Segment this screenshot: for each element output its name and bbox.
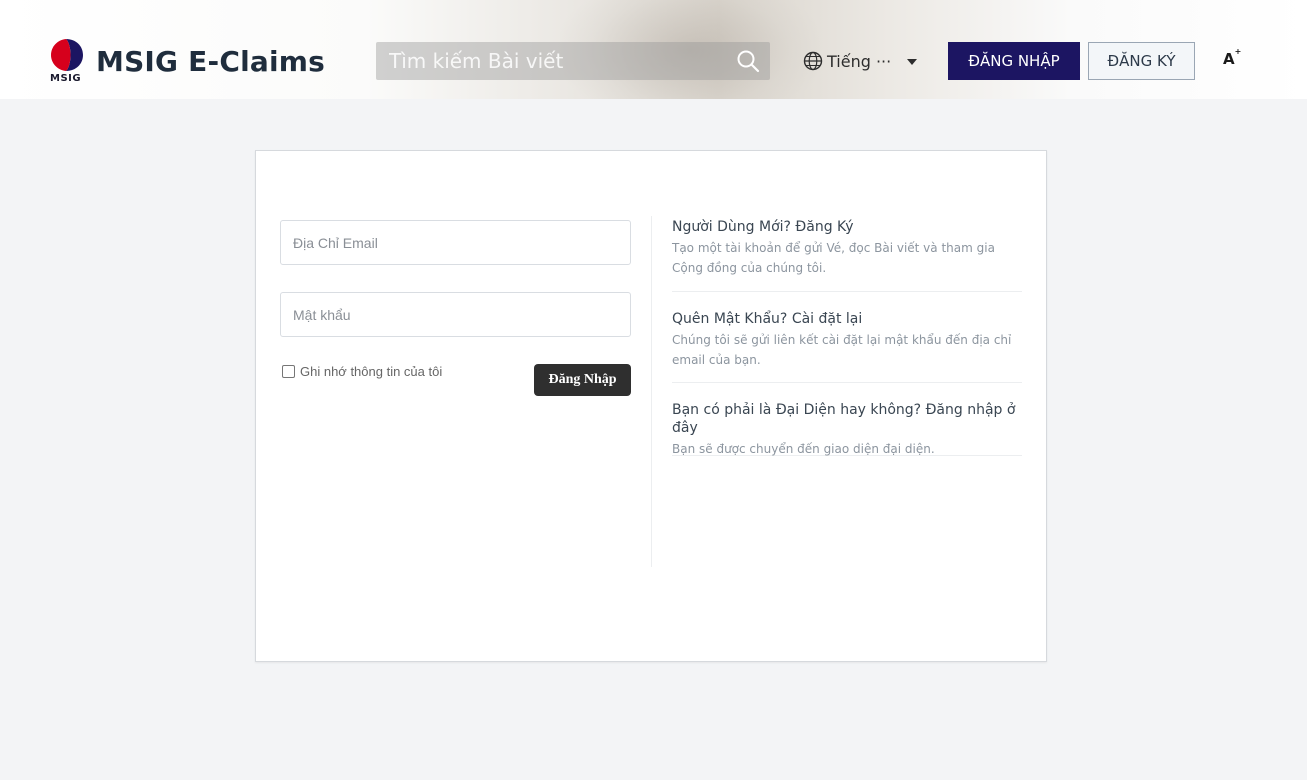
chevron-down-icon xyxy=(907,59,917,65)
search-icon[interactable] xyxy=(736,49,760,73)
globe-icon xyxy=(803,51,823,71)
language-selector[interactable]: Tiếng ··· xyxy=(803,50,917,72)
header-login-button[interactable]: ĐĂNG NHẬP xyxy=(948,42,1080,80)
header-register-button[interactable]: ĐĂNG KÝ xyxy=(1088,42,1195,80)
email-field-wrapper xyxy=(280,220,631,265)
agent-login-description: Bạn sẽ được chuyển đến giao diện đại diệ… xyxy=(672,442,935,456)
email-field[interactable] xyxy=(281,221,630,264)
info-item-register: Người Dùng Mới? Đăng Ký Tạo một tài khoả… xyxy=(672,218,1022,292)
remember-me-checkbox[interactable] xyxy=(282,365,295,378)
logo-mark-icon xyxy=(51,39,83,71)
logo-wordmark: MSIG xyxy=(50,73,82,84)
column-divider xyxy=(651,216,652,567)
info-item-reset-password: Quên Mật Khẩu? Cài đặt lại Chúng tôi sẽ … xyxy=(672,310,1022,383)
font-size-label: A xyxy=(1223,50,1235,68)
login-submit-button[interactable]: Đăng Nhập xyxy=(534,364,631,396)
reset-password-description: Chúng tôi sẽ gửi liên kết cài đặt lại mậ… xyxy=(672,333,1012,367)
remember-me-label: Ghi nhớ thông tin của tôi xyxy=(300,364,443,379)
site-title[interactable]: MSIG E-Claims xyxy=(96,45,325,78)
remember-me[interactable]: Ghi nhớ thông tin của tôi xyxy=(282,364,442,379)
password-field-wrapper xyxy=(280,292,631,337)
search-input[interactable] xyxy=(376,42,726,80)
reset-password-link[interactable]: Quên Mật Khẩu? Cài đặt lại xyxy=(672,310,1022,328)
login-card: Ghi nhớ thông tin của tôi Đăng Nhập Ngườ… xyxy=(255,150,1047,662)
register-description: Tạo một tài khoản để gửi Vé, đọc Bài viế… xyxy=(672,241,995,275)
msig-logo[interactable]: MSIG xyxy=(50,37,84,87)
search-bar xyxy=(376,42,770,80)
register-link[interactable]: Người Dùng Mới? Đăng Ký xyxy=(672,218,1022,236)
language-label: Tiếng ··· xyxy=(827,51,892,71)
info-item-agent-login: Bạn có phải là Đại Diện hay không? Đăng … xyxy=(672,401,1022,456)
agent-login-link[interactable]: Bạn có phải là Đại Diện hay không? Đăng … xyxy=(672,401,1022,437)
password-field[interactable] xyxy=(281,293,630,336)
site-header: MSIG MSIG E-Claims Tiếng ··· ĐĂNG NHẬP Đ… xyxy=(0,0,1307,99)
font-size-icon[interactable]: A+ xyxy=(1223,47,1241,68)
